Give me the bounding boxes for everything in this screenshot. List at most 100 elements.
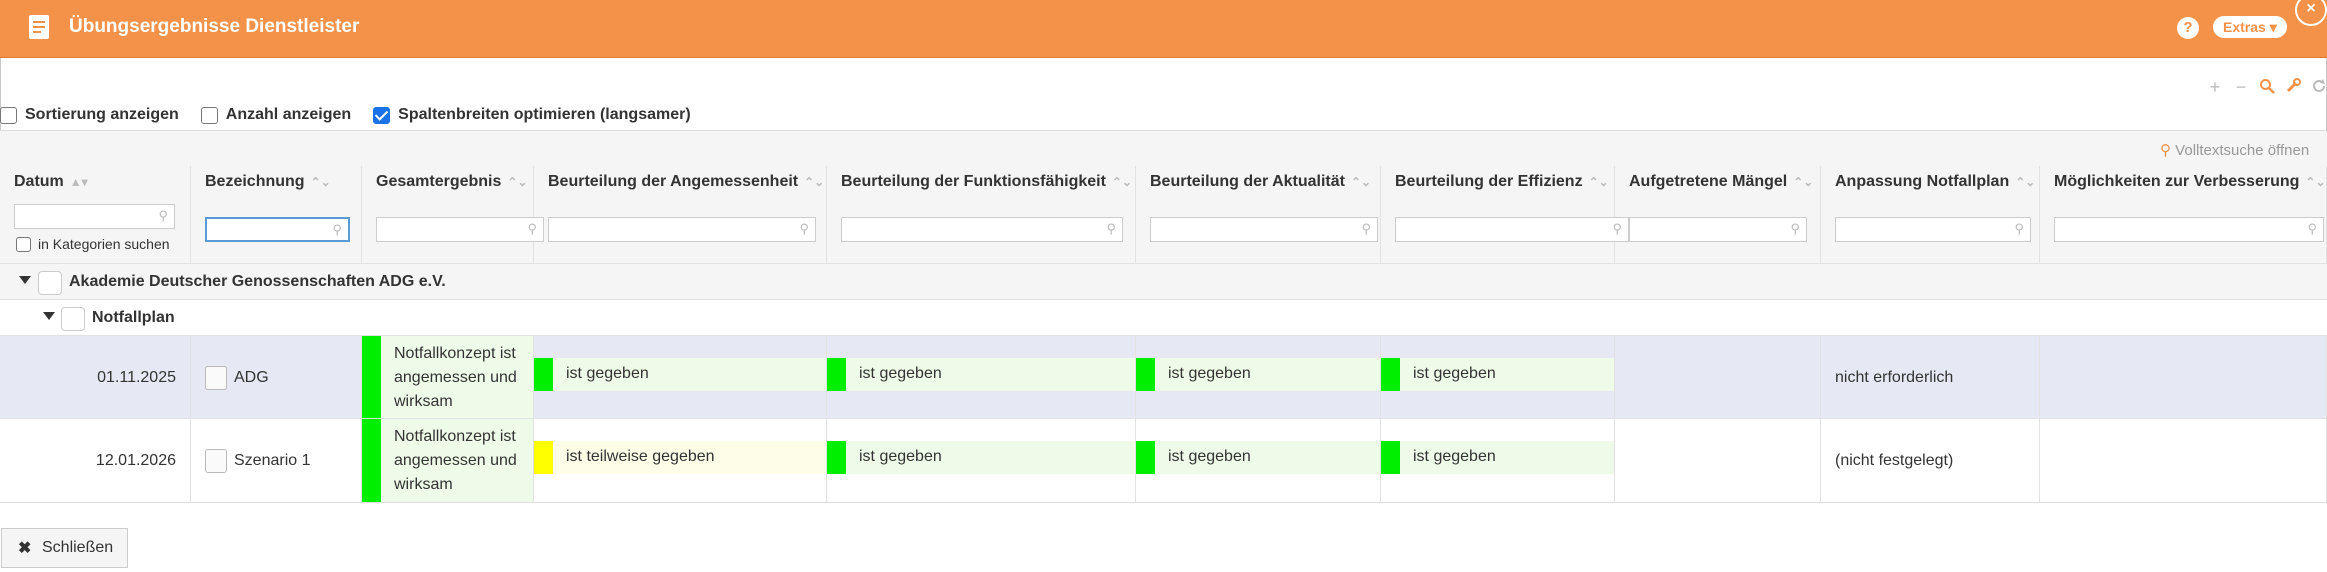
extras-menu-button[interactable]: Extras ▾ [2213, 16, 2287, 38]
magnifier-icon: ⚲ [2160, 142, 2171, 159]
column-header-bezeichnung: Bezeichnung ⌃⌄ ⚲ [191, 166, 362, 266]
show-sorting-option[interactable]: Sortierung anzeigen [0, 106, 179, 124]
cell-maengel[interactable] [1615, 419, 1821, 502]
close-button[interactable]: ✖ Schließen [1, 528, 128, 568]
rating-box: ist gegeben [827, 358, 1135, 391]
filter-input-maengel[interactable]: ⚲ [1629, 217, 1807, 242]
column-title-aktualitaet[interactable]: Beurteilung der Aktualität ⌃⌄ [1150, 173, 1371, 191]
date-text: 01.11.2025 [97, 368, 176, 386]
optimize-columns-option[interactable]: Spaltenbreiten optimieren (langsamer) [373, 106, 691, 124]
sort-arrows-icon[interactable]: ⌃⌄ [2305, 175, 2325, 189]
sort-arrows-icon[interactable]: ⌃⌄ [311, 175, 331, 189]
column-title-funktionsfaehigkeit[interactable]: Beurteilung der Funktionsfähigkeit ⌃⌄ [841, 173, 1132, 191]
column-title-bezeichnung[interactable]: Bezeichnung ⌃⌄ [205, 173, 331, 191]
filter-input-funktionsfaehigkeit[interactable]: ⚲ [841, 217, 1123, 242]
cell-effizienz[interactable]: ist gegeben [1381, 419, 1615, 502]
sort-arrows-icon[interactable]: ⌃⌄ [1351, 175, 1371, 189]
filter-search-icon: ⚲ [158, 208, 168, 223]
column-title-maengel[interactable]: Aufgetretene Mängel ⌃⌄ [1629, 173, 1813, 191]
cell-aktualitaet[interactable]: ist gegeben [1136, 419, 1381, 502]
help-button[interactable]: ? [2177, 17, 2199, 39]
filter-input-aktualitaet[interactable]: ⚲ [1150, 217, 1378, 242]
rating-text: ist gegeben [1168, 448, 1251, 465]
rating-color-indicator [1136, 441, 1155, 474]
rating-box: ist gegeben [534, 358, 826, 391]
cell-anpassung[interactable]: (nicht festgelegt) [1821, 419, 2040, 502]
cell-gesamtergebnis[interactable]: Notfallkonzept ist angemessen und wirksa… [362, 336, 534, 419]
cell-aktualitaet[interactable]: ist gegeben [1136, 336, 1381, 419]
plus-icon[interactable]: + [2206, 78, 2224, 96]
collapse-triangle-icon[interactable] [19, 276, 31, 284]
sort-arrows-icon[interactable]: ⌃⌄ [804, 175, 824, 189]
show-sorting-checkbox[interactable] [0, 106, 17, 124]
collapse-triangle-icon[interactable] [43, 312, 55, 320]
cell-gesamtergebnis[interactable]: Notfallkonzept ist angemessen und wirksa… [362, 419, 534, 502]
rating-text: ist gegeben [1413, 365, 1496, 382]
rating-color-indicator [534, 441, 553, 474]
show-count-label: Anzahl anzeigen [225, 106, 352, 123]
filter-input-anpassung[interactable]: ⚲ [1835, 217, 2031, 242]
cell-maengel[interactable] [1615, 336, 1821, 419]
column-title-gesamtergebnis[interactable]: Gesamtergebnis ⌃⌄ [376, 173, 528, 191]
column-header-anpassung: Anpassung Notfallplan ⌃⌄ ⚲ [1821, 166, 2040, 266]
notfallplan-icon [61, 307, 85, 331]
column-header-angemessenheit: Beurteilung der Angemessenheit ⌃⌄ ⚲ [534, 166, 827, 266]
show-count-option[interactable]: Anzahl anzeigen [200, 106, 352, 124]
rating-text: ist gegeben [1168, 365, 1251, 382]
search-in-categories-label: in Kategorien suchen [38, 236, 170, 252]
filter-input-datum[interactable]: ⚲ [14, 204, 175, 229]
cell-bezeichnung[interactable]: ADG [191, 336, 362, 419]
refresh-icon[interactable] [2310, 78, 2327, 96]
grid-toolbar: + − [2206, 78, 2327, 98]
rating-text: ist gegeben [1413, 448, 1496, 465]
column-title-datum[interactable]: Datum ▲▾ [14, 173, 88, 191]
close-x-icon: ✖ [18, 540, 32, 557]
cell-datum[interactable]: 12.01.2026 [0, 419, 191, 502]
sort-arrows-icon[interactable]: ⌃⌄ [1112, 175, 1132, 189]
cell-angemessenheit[interactable]: ist gegeben [534, 336, 827, 419]
search-icon[interactable] [2258, 78, 2276, 96]
cell-anpassung[interactable]: nicht erforderlich [1821, 336, 2040, 419]
name-text: Szenario 1 [234, 451, 311, 469]
wrench-icon[interactable] [2284, 78, 2302, 96]
filter-input-verbesserung[interactable]: ⚲ [2054, 217, 2324, 242]
column-header-effizienz: Beurteilung der Effizienz ⌃⌄ ⚲ [1381, 166, 1629, 266]
column-header-gesamtergebnis: Gesamtergebnis ⌃⌄ ⚲ [362, 166, 544, 266]
sort-arrows-icon[interactable]: ▲▾ [70, 175, 88, 189]
dialog-footer [0, 502, 2327, 572]
cell-effizienz[interactable]: ist gegeben [1381, 336, 1615, 419]
filter-input-bezeichnung[interactable]: ⚲ [205, 217, 350, 242]
group-row-notfallplan[interactable]: Notfallplan [0, 299, 2327, 335]
column-header-verbesserung: Möglichkeiten zur Verbesserung ⌃⌄ ⚲ [2040, 166, 2327, 266]
overall-color-indicator [362, 336, 381, 419]
table-row[interactable]: 01.11.2025 ADG Notfallkonzept ist angemess… [0, 335, 2327, 419]
sort-arrows-icon[interactable]: ⌃⌄ [1793, 175, 1813, 189]
cell-angemessenheit[interactable]: ist teilweise gegeben [534, 419, 827, 502]
column-title-effizienz[interactable]: Beurteilung der Effizienz ⌃⌄ [1395, 173, 1609, 191]
column-title-verbesserung[interactable]: Möglichkeiten zur Verbesserung ⌃⌄ [2054, 173, 2326, 191]
document-icon [205, 448, 227, 473]
sort-arrows-icon[interactable]: ⌃⌄ [1589, 175, 1609, 189]
cell-datum[interactable]: 01.11.2025 [0, 336, 191, 419]
table-row[interactable]: 12.01.2026 Szenario 1 Notfallkonzept ist a… [0, 418, 2327, 502]
sort-arrows-icon[interactable]: ⌃⌄ [2015, 175, 2035, 189]
minus-icon[interactable]: − [2232, 78, 2250, 96]
fulltext-search-link[interactable]: ⚲ Volltextsuche öffnen [2160, 141, 2309, 159]
search-in-categories-option[interactable]: in Kategorien suchen [16, 236, 170, 252]
cell-verbesserung[interactable] [2040, 336, 2327, 419]
column-title-angemessenheit[interactable]: Beurteilung der Angemessenheit ⌃⌄ [548, 173, 824, 191]
optimize-columns-checkbox[interactable] [373, 106, 391, 124]
filter-input-angemessenheit[interactable]: ⚲ [548, 217, 816, 242]
filter-input-effizienz[interactable]: ⚲ [1395, 217, 1629, 242]
cell-verbesserung[interactable] [2040, 419, 2327, 502]
sort-arrows-icon[interactable]: ⌃⌄ [507, 175, 527, 189]
show-count-checkbox[interactable] [200, 106, 218, 124]
group-row-organization[interactable]: Akademie Deutscher Genossenschaften ADG … [0, 263, 2327, 299]
search-in-categories-checkbox[interactable] [16, 236, 31, 252]
column-title-anpassung[interactable]: Anpassung Notfallplan ⌃⌄ [1835, 173, 2035, 191]
date-text: 12.01.2026 [95, 451, 176, 469]
cell-bezeichnung[interactable]: Szenario 1 [191, 419, 362, 502]
cell-funktionsfaehigkeit[interactable]: ist gegeben [827, 336, 1136, 419]
cell-funktionsfaehigkeit[interactable]: ist gegeben [827, 419, 1136, 502]
filter-input-gesamtergebnis[interactable]: ⚲ [376, 217, 544, 242]
